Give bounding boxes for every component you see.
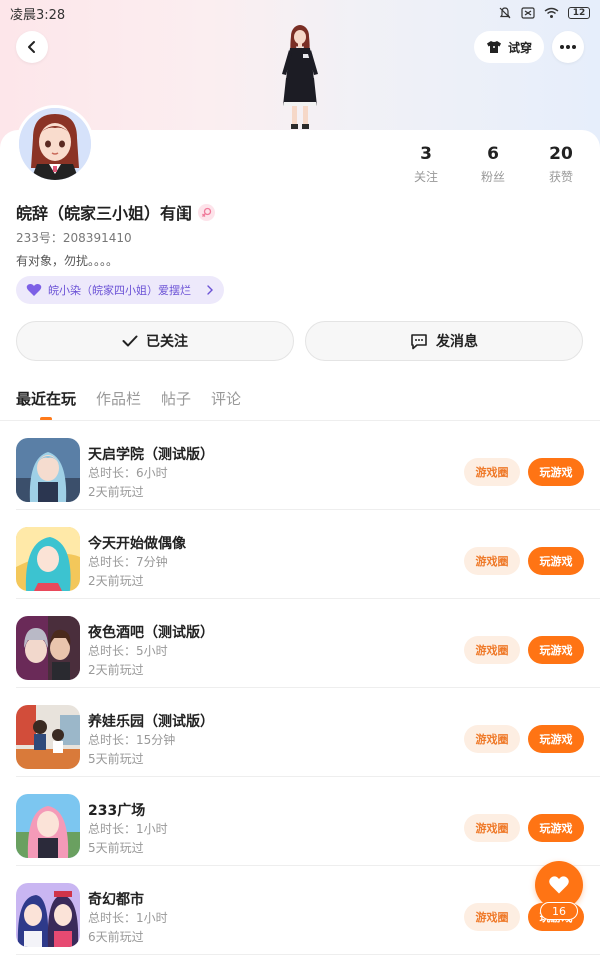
- tshirt-icon: [486, 41, 501, 53]
- sim-icon: [521, 7, 535, 19]
- game-circle-button[interactable]: 游戏圈: [464, 725, 520, 753]
- avatar[interactable]: [16, 105, 94, 183]
- game-title: 233广场: [88, 803, 146, 819]
- play-game-button[interactable]: 玩游戏: [528, 636, 584, 664]
- profile-name-row: 皖辞（皖家三小姐）有闺: [16, 200, 216, 224]
- game-circle-button[interactable]: 游戏圈: [464, 636, 520, 664]
- game-last-played: 5天前玩过: [88, 752, 144, 766]
- game-list-item[interactable]: 夜色酒吧（测试版） 总时长：5小时 2天前玩过 游戏圈 玩游戏: [16, 600, 600, 688]
- game-list-item[interactable]: 天启学院（测试版） 总时长：6小时 2天前玩过 游戏圈 玩游戏: [16, 422, 600, 510]
- game-circle-button[interactable]: 游戏圈: [464, 547, 520, 575]
- chevron-right-icon: [207, 285, 213, 295]
- game-circle-button[interactable]: 游戏圈: [464, 814, 520, 842]
- mute-icon: [499, 7, 511, 19]
- game-list-item[interactable]: 今天开始做偶像 总时长：7分钟 2天前玩过 游戏圈 玩游戏: [16, 511, 600, 599]
- play-game-button[interactable]: 玩游戏: [528, 725, 584, 753]
- game-last-played: 2天前玩过: [88, 574, 144, 588]
- game-duration: 总时长：1小时: [88, 911, 168, 925]
- profile-name: 皖辞（皖家三小姐）有闺: [16, 204, 193, 223]
- game-title: 天启学院（测试版）: [88, 447, 214, 463]
- stat-fans-value: 6: [487, 144, 499, 164]
- tab-comments[interactable]: 评论: [211, 388, 241, 421]
- game-icon[interactable]: [16, 438, 80, 502]
- game-duration: 总时长：7分钟: [88, 555, 168, 569]
- status-time: 凌晨3:28: [10, 7, 66, 23]
- tab-works[interactable]: 作品栏: [96, 388, 141, 421]
- follow-label: 已关注: [146, 334, 188, 350]
- heart-icon: [26, 283, 42, 296]
- relation-tag-label: 皖小染（皖家四小姐）爱摆烂: [48, 284, 191, 297]
- stat-likes-label: 获赞: [548, 170, 573, 184]
- game-circle-button[interactable]: 游戏圈: [464, 458, 520, 486]
- profile-bio: 有对象，勿扰。。。。: [16, 254, 119, 268]
- stat-fans[interactable]: 6 粉丝: [463, 144, 523, 185]
- game-last-played: 2天前玩过: [88, 663, 144, 677]
- game-title: 今天开始做偶像: [88, 536, 186, 552]
- tab-posts[interactable]: 帖子: [161, 388, 191, 421]
- status-icons: 12: [498, 6, 590, 20]
- game-duration: 总时长：15分钟: [88, 733, 176, 747]
- game-duration: 总时长：6小时: [88, 466, 168, 480]
- message-label: 发消息: [436, 334, 478, 350]
- game-duration: 总时长：5小时: [88, 644, 168, 658]
- check-icon: [122, 335, 138, 347]
- game-title: 夜色酒吧（测试版）: [88, 625, 214, 641]
- game-list-item[interactable]: 养娃乐园（测试版） 总时长：15分钟 5天前玩过 游戏圈 玩游戏: [16, 689, 600, 777]
- wifi-icon: [544, 7, 559, 18]
- game-circle-button[interactable]: 游戏圈: [464, 903, 520, 931]
- game-last-played: 2天前玩过: [88, 485, 144, 499]
- play-game-button[interactable]: 玩游戏: [528, 458, 584, 486]
- stat-following-value: 3: [420, 144, 432, 164]
- play-game-button[interactable]: 玩游戏: [528, 814, 584, 842]
- chat-bubble-icon: [411, 333, 427, 349]
- game-list-item[interactable]: 233广场 总时长：1小时 5天前玩过 游戏圈 玩游戏: [16, 778, 600, 866]
- follow-button[interactable]: 已关注: [16, 321, 294, 361]
- avatar-character-figure[interactable]: [262, 22, 338, 132]
- like-count-badge: 16: [540, 902, 578, 920]
- relation-tag[interactable]: 皖小染（皖家四小姐）爱摆烂: [16, 276, 224, 304]
- game-last-played: 6天前玩过: [88, 930, 144, 944]
- game-icon[interactable]: [16, 527, 80, 591]
- battery-indicator: 12: [568, 7, 590, 19]
- game-icon[interactable]: [16, 883, 80, 947]
- stat-following-label: 关注: [413, 170, 438, 184]
- chevron-left-icon: [28, 41, 35, 53]
- profile-tabs: 最近在玩 作品栏 帖子 评论: [16, 388, 241, 421]
- back-button[interactable]: [16, 31, 48, 63]
- game-icon[interactable]: [16, 794, 80, 858]
- game-last-played: 5天前玩过: [88, 841, 144, 855]
- game-list-item[interactable]: 奇幻都市 总时长：1小时 6天前玩过 游戏圈 玩游戏: [16, 867, 600, 955]
- try-on-label: 试穿: [507, 40, 532, 55]
- try-on-button[interactable]: 试穿: [474, 31, 544, 63]
- avatar-image: [19, 108, 91, 180]
- game-title: 奇幻都市: [88, 892, 144, 908]
- stat-fans-label: 粉丝: [480, 170, 505, 184]
- heart-icon: [549, 876, 569, 894]
- stat-following[interactable]: 3 关注: [396, 144, 456, 185]
- more-dots-icon: [560, 45, 576, 49]
- play-game-button[interactable]: 玩游戏: [528, 547, 584, 575]
- game-icon[interactable]: [16, 616, 80, 680]
- tab-recently-played[interactable]: 最近在玩: [16, 388, 76, 421]
- game-duration: 总时长：1小时: [88, 822, 168, 836]
- profile-uid: 233号：208391410: [16, 231, 132, 245]
- message-button[interactable]: 发消息: [305, 321, 583, 361]
- game-title: 养娃乐园（测试版）: [88, 714, 214, 730]
- game-icon[interactable]: [16, 705, 80, 769]
- stat-likes-value: 20: [549, 144, 573, 164]
- stat-likes[interactable]: 20 获赞: [531, 144, 591, 185]
- female-icon: [198, 203, 216, 221]
- tab-divider: [0, 420, 600, 421]
- more-button[interactable]: [552, 31, 584, 63]
